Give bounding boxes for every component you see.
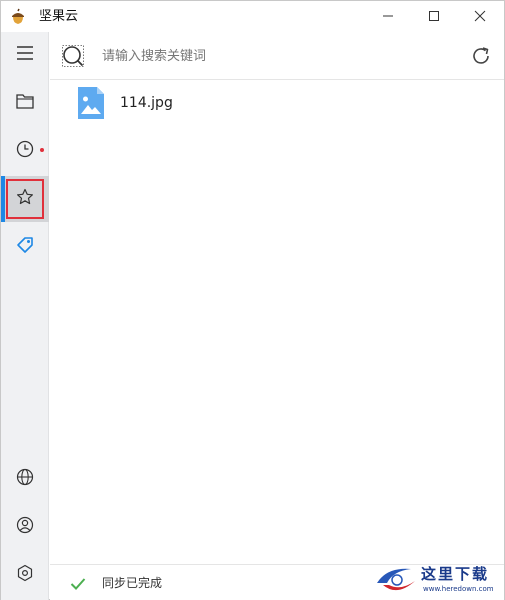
folder-icon: [16, 93, 34, 113]
file-list: 114.jpg: [50, 81, 504, 127]
active-indicator: [1, 176, 5, 222]
sidebar-item-globe[interactable]: [1, 456, 49, 502]
minimize-button[interactable]: [365, 1, 411, 32]
watermark-text: 这里下载: [421, 565, 490, 583]
clock-icon: [16, 140, 34, 162]
sidebar: [1, 32, 49, 600]
sidebar-item-favorites[interactable]: [1, 176, 49, 222]
sidebar-item-account[interactable]: [1, 504, 49, 550]
image-file-icon: [78, 87, 104, 119]
user-icon: [16, 516, 34, 538]
search-icon[interactable]: [62, 45, 84, 67]
refresh-icon[interactable]: [470, 45, 492, 67]
hamburger-menu-icon: [16, 45, 34, 65]
sidebar-item-tags[interactable]: [1, 224, 49, 270]
settings-icon: [16, 564, 34, 586]
maximize-button[interactable]: [411, 1, 457, 32]
globe-icon: [16, 468, 34, 490]
sidebar-item-menu[interactable]: [1, 32, 49, 78]
watermark: 这里下载 www.heredown.com: [369, 561, 504, 599]
sidebar-item-settings[interactable]: [1, 552, 49, 598]
notification-dot: [40, 148, 44, 152]
app-window: 坚果云 请输入搜索关键词 114.jpg 同步已完成 这里下载 www.here…: [0, 0, 505, 600]
file-item[interactable]: 114.jpg: [50, 81, 504, 127]
sidebar-item-recent[interactable]: [1, 128, 49, 174]
sidebar-item-files[interactable]: [1, 80, 49, 126]
close-icon: [474, 7, 486, 26]
window-title: 坚果云: [39, 9, 79, 24]
maximize-icon: [428, 7, 440, 26]
tag-icon: [16, 236, 34, 258]
acorn-icon: [9, 8, 27, 26]
status-text: 同步已完成: [102, 576, 163, 590]
search-input[interactable]: [102, 45, 462, 67]
minimize-icon: [382, 7, 394, 26]
file-name: 114.jpg: [120, 95, 173, 111]
watermark-url: www.heredown.com: [423, 585, 494, 593]
title-bar: 坚果云: [1, 1, 504, 32]
close-button[interactable]: [457, 1, 503, 32]
watermark-logo-icon: [373, 563, 419, 600]
highlight-box: [6, 179, 44, 219]
search-bar: [50, 32, 504, 80]
check-icon: [70, 576, 86, 590]
